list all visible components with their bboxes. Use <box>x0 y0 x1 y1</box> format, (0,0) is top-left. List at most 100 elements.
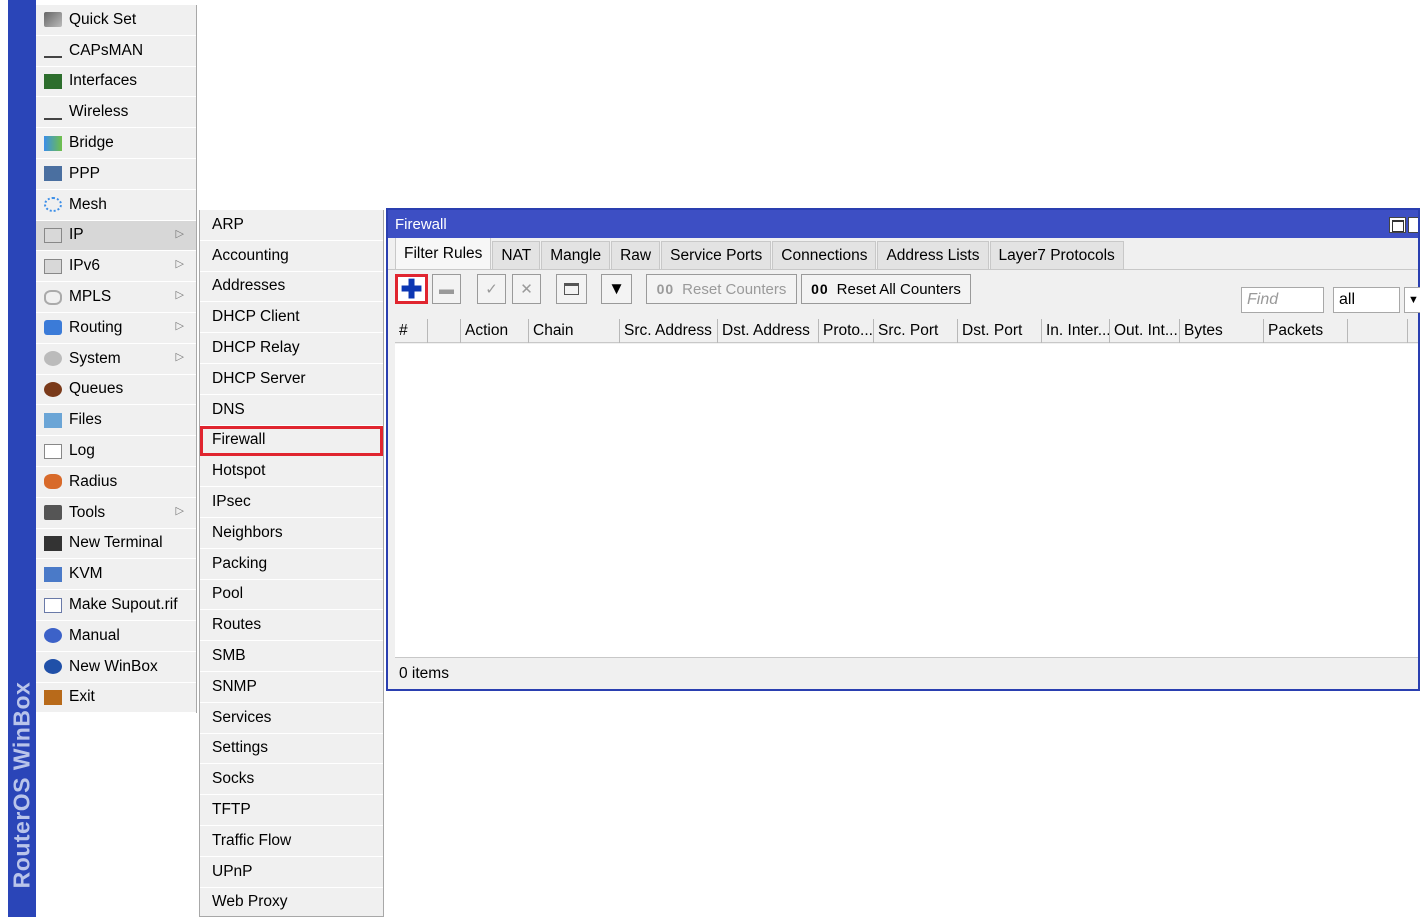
dropdown-arrow-icon[interactable]: ▼ <box>1404 287 1420 313</box>
tab-nat[interactable]: NAT <box>492 241 541 269</box>
menu-item-label: Tools <box>69 503 106 521</box>
menu-item-log[interactable]: Log <box>36 436 196 467</box>
menu-item-interfaces[interactable]: Interfaces <box>36 67 196 98</box>
menu-item-label: Wireless <box>69 103 129 121</box>
filter-button[interactable]: ▼ <box>601 274 632 304</box>
filter-select[interactable]: all <box>1333 287 1400 313</box>
column-header-chain[interactable]: Chain <box>529 319 620 343</box>
menu-item-label: New Terminal <box>69 534 163 552</box>
submenu-item-dhcp-relay[interactable]: DHCP Relay <box>200 333 383 364</box>
menu-item-label: Bridge <box>69 134 114 152</box>
submenu-item-tftp[interactable]: TFTP <box>200 795 383 826</box>
column-header-action[interactable]: Action <box>461 319 529 343</box>
column-header--[interactable]: # <box>395 319 428 343</box>
menu-item-new-winbox[interactable]: New WinBox <box>36 652 196 683</box>
submenu-item-socks[interactable]: Socks <box>200 764 383 796</box>
menu-item-manual[interactable]: Manual <box>36 621 196 652</box>
tab-layer7-protocols[interactable]: Layer7 Protocols <box>989 241 1124 269</box>
menu-item-system[interactable]: System ▷ <box>36 344 196 375</box>
menu-item-files[interactable]: Files <box>36 405 196 437</box>
submenu-item-traffic-flow[interactable]: Traffic Flow <box>200 826 383 857</box>
menu-item-tools[interactable]: Tools ▷ <box>36 498 196 529</box>
reset-all-counters-button[interactable]: 00 Reset All Counters <box>801 274 971 304</box>
menu-item-capsman[interactable]: CAPsMAN <box>36 36 196 67</box>
column-header-src-address[interactable]: Src. Address <box>620 319 718 343</box>
menu-item-new-terminal[interactable]: New Terminal <box>36 529 196 560</box>
item-count: 0 items <box>399 665 449 682</box>
submenu-item-upnp[interactable]: UPnP <box>200 857 383 888</box>
close-icon[interactable] <box>1408 217 1418 233</box>
tab-service-ports[interactable]: Service Ports <box>661 241 772 269</box>
window-titlebar[interactable]: Firewall <box>388 210 1418 238</box>
submenu-item-dhcp-client[interactable]: DHCP Client <box>200 302 383 334</box>
submenu-item-accounting[interactable]: Accounting <box>200 241 383 272</box>
menu-item-queues[interactable]: Queues <box>36 375 196 406</box>
submenu-item-hotspot[interactable]: Hotspot <box>200 456 383 488</box>
document-icon <box>42 596 64 614</box>
submenu-item-services[interactable]: Services <box>200 703 383 734</box>
comment-icon <box>564 283 579 295</box>
menu-item-routing[interactable]: Routing ▷ <box>36 313 196 344</box>
tab-mangle[interactable]: Mangle <box>541 241 611 269</box>
column-header-blank-1[interactable] <box>428 319 461 343</box>
submenu-item-web-proxy[interactable]: Web Proxy <box>200 888 383 918</box>
remove-button[interactable]: ▬ <box>432 274 461 304</box>
submenu-item-addresses[interactable]: Addresses <box>200 272 383 303</box>
menu-item-ipv6[interactable]: IPv6 ▷ <box>36 251 196 283</box>
menu-item-ip[interactable]: IP ▷ <box>36 220 196 252</box>
submenu-item-arp[interactable]: ARP <box>200 210 383 241</box>
menu-item-bridge[interactable]: Bridge <box>36 128 196 159</box>
add-button[interactable]: ✚ <box>395 274 428 304</box>
submenu-item-neighbors[interactable]: Neighbors <box>200 518 383 549</box>
column-header-out-int-[interactable]: Out. Int... <box>1110 319 1180 343</box>
column-header-src-port[interactable]: Src. Port <box>874 319 958 343</box>
column-header-proto-[interactable]: Proto... <box>819 319 874 343</box>
submenu-item-firewall[interactable]: Firewall <box>200 425 383 457</box>
submenu-item-smb[interactable]: SMB <box>200 641 383 672</box>
submenu-item-ipsec[interactable]: IPsec <box>200 487 383 518</box>
column-header-blank-13[interactable] <box>1348 319 1408 343</box>
menu-item-ppp[interactable]: PPP <box>36 159 196 190</box>
menu-item-mesh[interactable]: Mesh <box>36 190 196 221</box>
find-input[interactable]: Find <box>1241 287 1324 313</box>
submenu-item-pool[interactable]: Pool <box>200 580 383 611</box>
menu-item-wireless[interactable]: Wireless <box>36 97 196 129</box>
submenu-item-settings[interactable]: Settings <box>200 734 383 765</box>
submenu-item-snmp[interactable]: SNMP <box>200 672 383 703</box>
submenu-item-dns[interactable]: DNS <box>200 395 383 426</box>
menu-item-label: New WinBox <box>69 657 158 675</box>
tab-raw[interactable]: Raw <box>611 241 661 269</box>
exit-icon <box>42 688 64 706</box>
tab-connections[interactable]: Connections <box>772 241 877 269</box>
submenu-item-routes[interactable]: Routes <box>200 610 383 642</box>
menu-item-quick-set[interactable]: Quick Set <box>36 5 196 36</box>
menu-item-make-supout-rif[interactable]: Make Supout.rif <box>36 590 196 621</box>
menu-item-mpls[interactable]: MPLS ▷ <box>36 282 196 313</box>
reset-counters-button[interactable]: 00 Reset Counters <box>646 274 797 304</box>
submenu-item-packing[interactable]: Packing <box>200 549 383 580</box>
users-icon <box>42 473 64 491</box>
tab-filter-rules[interactable]: Filter Rules <box>395 237 492 269</box>
menu-item-label: MPLS <box>69 288 112 306</box>
menu-item-label: Radius <box>69 472 118 490</box>
menu-item-kvm[interactable]: KVM <box>36 559 196 591</box>
comment-button[interactable] <box>556 274 587 304</box>
submenu-arrow-icon: ▷ <box>175 289 184 302</box>
column-header-bytes[interactable]: Bytes <box>1180 319 1264 343</box>
column-header-in-inter-[interactable]: In. Inter... <box>1042 319 1110 343</box>
menu-item-label: Mesh <box>69 195 107 213</box>
submenu-item-dhcp-server[interactable]: DHCP Server <box>200 364 383 395</box>
tab-address-lists[interactable]: Address Lists <box>877 241 989 269</box>
menu-item-exit[interactable]: Exit <box>36 683 196 714</box>
disable-button[interactable]: ✕ <box>512 274 541 304</box>
column-header-dst-port[interactable]: Dst. Port <box>958 319 1042 343</box>
menu-item-radius[interactable]: Radius <box>36 467 196 498</box>
submenu-arrow-icon: ▷ <box>175 319 184 332</box>
column-header-dst-address[interactable]: Dst. Address <box>718 319 819 343</box>
enable-button[interactable]: ✓ <box>477 274 506 304</box>
column-header-packets[interactable]: Packets <box>1264 319 1348 343</box>
interfaces-icon <box>42 72 64 90</box>
maximize-icon[interactable] <box>1389 217 1406 233</box>
minus-icon: ▬ <box>439 280 454 298</box>
rules-list[interactable] <box>395 344 1418 658</box>
